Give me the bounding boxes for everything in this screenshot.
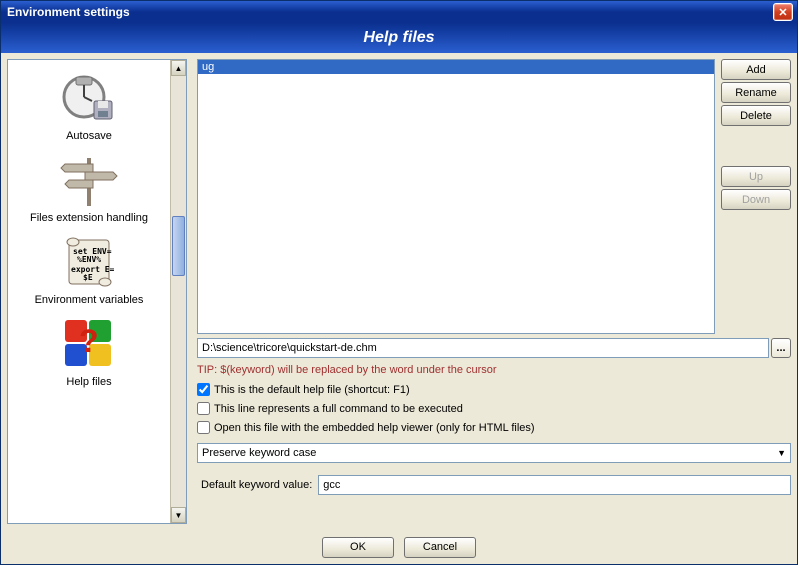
- svg-text:export E=: export E=: [71, 265, 115, 274]
- cancel-button[interactable]: Cancel: [404, 537, 476, 558]
- close-button[interactable]: ✕: [773, 3, 793, 21]
- default-keyword-row: Default keyword value:: [197, 475, 791, 495]
- sidebar-item-env-vars[interactable]: set ENV= %ENV% export E= $E Environment …: [33, 230, 146, 308]
- path-row: ...: [197, 338, 791, 358]
- titlebar: Environment settings ✕: [1, 1, 797, 23]
- chevron-down-icon: ▼: [777, 448, 786, 458]
- windows-help-icon: ?: [59, 314, 119, 374]
- checkbox-embedded-viewer: Open this file with the embedded help vi…: [197, 420, 791, 435]
- default-help-label[interactable]: This is the default help file (shortcut:…: [214, 384, 410, 396]
- sidebar-item-label: Help files: [66, 374, 111, 388]
- list-item[interactable]: ug: [198, 60, 714, 74]
- default-keyword-input[interactable]: [318, 475, 791, 495]
- svg-text:%ENV%: %ENV%: [77, 255, 101, 264]
- svg-text:$E: $E: [83, 273, 93, 282]
- case-select[interactable]: Preserve keyword case ▼: [197, 443, 791, 463]
- scroll-thumb[interactable]: [172, 216, 185, 276]
- help-files-listbox[interactable]: ug: [197, 59, 715, 334]
- case-select-value: Preserve keyword case: [202, 447, 316, 459]
- close-icon: ✕: [778, 6, 787, 19]
- signpost-icon: [59, 150, 119, 210]
- default-keyword-label: Default keyword value:: [197, 479, 312, 491]
- embedded-viewer-checkbox[interactable]: [197, 421, 210, 434]
- full-command-checkbox[interactable]: [197, 402, 210, 415]
- page-title: Help files: [363, 29, 434, 47]
- checkbox-default-help: This is the default help file (shortcut:…: [197, 382, 791, 397]
- page-header: Help files: [1, 23, 797, 53]
- sidebar-item-label: Autosave: [66, 128, 112, 142]
- sidebar-list: Autosave Files extension handling: [8, 60, 170, 523]
- main-column: ug Add Rename Delete Up Down ... TIP: [197, 59, 791, 524]
- dialog-body: Autosave Files extension handling: [1, 53, 797, 530]
- dialog-window: Environment settings ✕ Help files: [0, 0, 798, 565]
- ok-button[interactable]: OK: [322, 537, 394, 558]
- sidebar-item-label: Environment variables: [35, 292, 144, 306]
- up-button[interactable]: Up: [721, 166, 791, 187]
- down-button[interactable]: Down: [721, 189, 791, 210]
- scroll-icon: set ENV= %ENV% export E= $E: [59, 232, 119, 292]
- embedded-viewer-label[interactable]: Open this file with the embedded help vi…: [214, 422, 535, 434]
- svg-text:?: ?: [79, 323, 99, 359]
- scroll-track[interactable]: [171, 76, 186, 507]
- browse-button[interactable]: ...: [771, 338, 791, 358]
- rename-button[interactable]: Rename: [721, 82, 791, 103]
- sidebar: Autosave Files extension handling: [7, 59, 187, 524]
- main-panel: ug Add Rename Delete Up Down ... TIP: [197, 59, 791, 524]
- sidebar-item-autosave[interactable]: Autosave: [57, 66, 121, 144]
- sidebar-item-file-extension[interactable]: Files extension handling: [28, 148, 150, 226]
- add-button[interactable]: Add: [721, 59, 791, 80]
- list-buttons: Add Rename Delete Up Down: [721, 59, 791, 334]
- sidebar-item-help-files[interactable]: ? Help files: [57, 312, 121, 390]
- checkbox-full-command: This line represents a full command to b…: [197, 401, 791, 416]
- full-command-label[interactable]: This line represents a full command to b…: [214, 403, 463, 415]
- scroll-up-button[interactable]: ▲: [171, 60, 186, 76]
- sidebar-scrollbar[interactable]: ▲ ▼: [170, 60, 186, 523]
- default-help-checkbox[interactable]: [197, 383, 210, 396]
- clock-disk-icon: [59, 68, 119, 128]
- window-title: Environment settings: [5, 5, 773, 19]
- delete-button[interactable]: Delete: [721, 105, 791, 126]
- dialog-footer: OK Cancel: [1, 530, 797, 564]
- sidebar-item-label: Files extension handling: [30, 210, 148, 224]
- path-input[interactable]: [197, 338, 769, 358]
- scroll-down-button[interactable]: ▼: [171, 507, 186, 523]
- tip-text: TIP: $(keyword) will be replaced by the …: [197, 362, 791, 378]
